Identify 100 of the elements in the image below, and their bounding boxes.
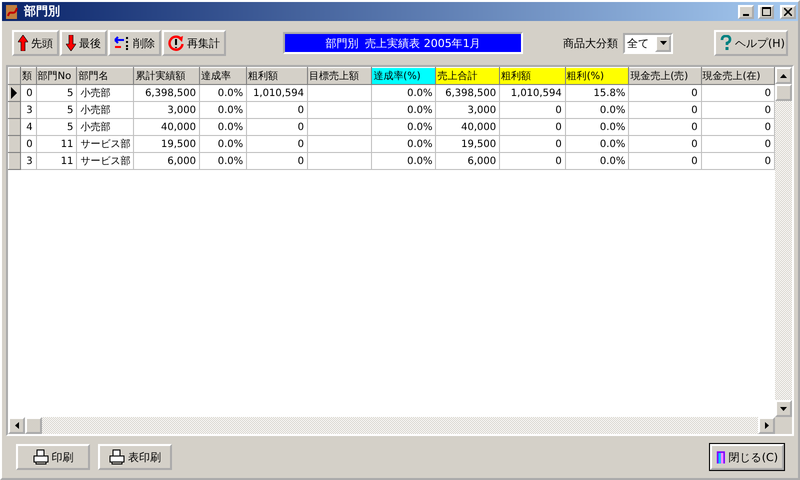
table-cell: 小売部: [76, 84, 134, 102]
caret-down-icon: [660, 41, 666, 45]
table-cell: 3: [20, 152, 36, 170]
table-cell: 3: [20, 102, 36, 118]
table-cell: 0: [628, 136, 702, 152]
delete-icon: [114, 36, 130, 50]
toolbar-button[interactable]: 最後: [60, 30, 107, 56]
table-cell: 0: [628, 152, 702, 170]
dropdown-button[interactable]: [655, 34, 671, 52]
vertical-scrollbar[interactable]: [775, 67, 792, 417]
scroll-up-icon[interactable]: [780, 74, 787, 78]
table-cell: 0: [701, 136, 774, 152]
report-title: 部門別 売上実績表 2005年1月: [283, 32, 523, 54]
column-header[interactable]: 売上合計: [436, 68, 500, 84]
help-button[interactable]: ヘルプ(H): [714, 30, 788, 56]
table-cell: 3,000: [436, 102, 500, 118]
column-header[interactable]: 現金売上(売): [628, 68, 702, 84]
refresh-icon: [168, 35, 184, 51]
minimize-icon: [743, 14, 749, 16]
column-header[interactable]: 目標売上額: [307, 68, 372, 84]
table-cell: 0: [500, 102, 566, 118]
app-icon: [4, 4, 20, 20]
table-cell: 40,000: [134, 118, 200, 136]
table-cell: 0.0%: [199, 84, 247, 102]
table-cell: 0.0%: [565, 136, 629, 152]
close-button[interactable]: [780, 4, 796, 18]
table-cell: 0: [628, 84, 702, 102]
table-cell: 小売部: [76, 118, 134, 136]
table-cell: 0: [701, 152, 774, 170]
table-cell: 0: [20, 84, 36, 102]
table-cell: 0: [701, 102, 774, 118]
table-cell: 0: [628, 118, 702, 136]
table-cell: 0: [500, 118, 566, 136]
close-icon: [784, 8, 792, 16]
column-header[interactable]: 累計実績額: [134, 68, 200, 84]
toolbar-button[interactable]: 削除: [108, 30, 161, 56]
table-cell: 0: [500, 152, 566, 170]
category-dropdown[interactable]: 全て: [623, 32, 673, 54]
column-header[interactable]: 達成率(%): [372, 68, 436, 84]
print-button[interactable]: 印刷: [16, 444, 90, 470]
printer-icon: [109, 449, 125, 465]
category-label: 商品大分類: [563, 36, 618, 50]
table-cell: 0: [246, 136, 308, 152]
table-cell: 11: [36, 136, 77, 152]
column-header[interactable]: 粗利額: [246, 68, 308, 84]
scroll-down-icon[interactable]: [780, 406, 787, 410]
minimize-button[interactable]: [738, 4, 754, 18]
maximize-button[interactable]: [758, 4, 774, 18]
arrow-down-icon: [66, 35, 76, 51]
column-header[interactable]: 類: [20, 68, 36, 84]
door-icon: [716, 449, 726, 465]
table-cell: 6,000: [134, 152, 200, 170]
table-cell: 6,000: [436, 152, 500, 170]
table-cell: 6,398,500: [436, 84, 500, 102]
table-cell: 0.0%: [199, 118, 247, 136]
table-cell: 0.0%: [372, 152, 436, 170]
table-cell: 0.0%: [199, 136, 247, 152]
table-cell: 1,010,594: [246, 84, 308, 102]
scroll-left-icon[interactable]: [14, 422, 18, 429]
table-cell: 5: [36, 84, 77, 102]
table-cell: 0: [20, 136, 36, 152]
printer-icon: [32, 449, 48, 465]
maximize-icon: [762, 7, 770, 16]
table-cell: 0.0%: [565, 102, 629, 118]
table-cell: 0.0%: [372, 102, 436, 118]
table-cell: 19,500: [436, 136, 500, 152]
table-cell: 0: [246, 102, 308, 118]
table-cell: 19,500: [134, 136, 200, 152]
window-title: 部門別: [24, 3, 61, 20]
column-header[interactable]: 達成率: [199, 68, 247, 84]
horizontal-scrollbar[interactable]: [8, 417, 792, 434]
column-header[interactable]: 部門名: [76, 68, 134, 84]
scroll-thumb[interactable]: [25, 417, 42, 434]
table-cell: 0.0%: [372, 84, 436, 102]
table-cell: 0: [701, 118, 774, 136]
row-pointer-icon: [10, 87, 18, 99]
close-window-button[interactable]: 閉じる(C): [710, 444, 784, 470]
table-cell: 0.0%: [199, 102, 247, 118]
column-header[interactable]: 粗利額: [500, 68, 566, 84]
table-cell: 0.0%: [372, 136, 436, 152]
table-cell: 0: [246, 152, 308, 170]
table-cell: 小売部: [76, 102, 134, 118]
scroll-right-icon[interactable]: [764, 422, 768, 429]
toolbar-button[interactable]: 再集計: [162, 30, 226, 56]
toolbar-button[interactable]: 先頭: [12, 30, 59, 56]
table-cell: 4: [20, 118, 36, 136]
table-cell: 15.8%: [565, 84, 629, 102]
table-cell: 3,000: [134, 102, 200, 118]
table-cell: 40,000: [436, 118, 500, 136]
column-header[interactable]: 現金売上(在): [701, 68, 774, 84]
row-selector[interactable]: [8, 84, 20, 102]
scroll-thumb[interactable]: [775, 84, 792, 101]
table-cell: サービス部: [76, 136, 134, 152]
table-cell: 6,398,500: [134, 84, 200, 102]
print-button[interactable]: 表印刷: [98, 444, 172, 470]
column-header[interactable]: 粗利(%): [565, 68, 629, 84]
table-cell: [307, 118, 372, 136]
table-cell: [307, 136, 372, 152]
column-header[interactable]: 部門No: [36, 68, 77, 84]
table-cell: 0.0%: [565, 152, 629, 170]
